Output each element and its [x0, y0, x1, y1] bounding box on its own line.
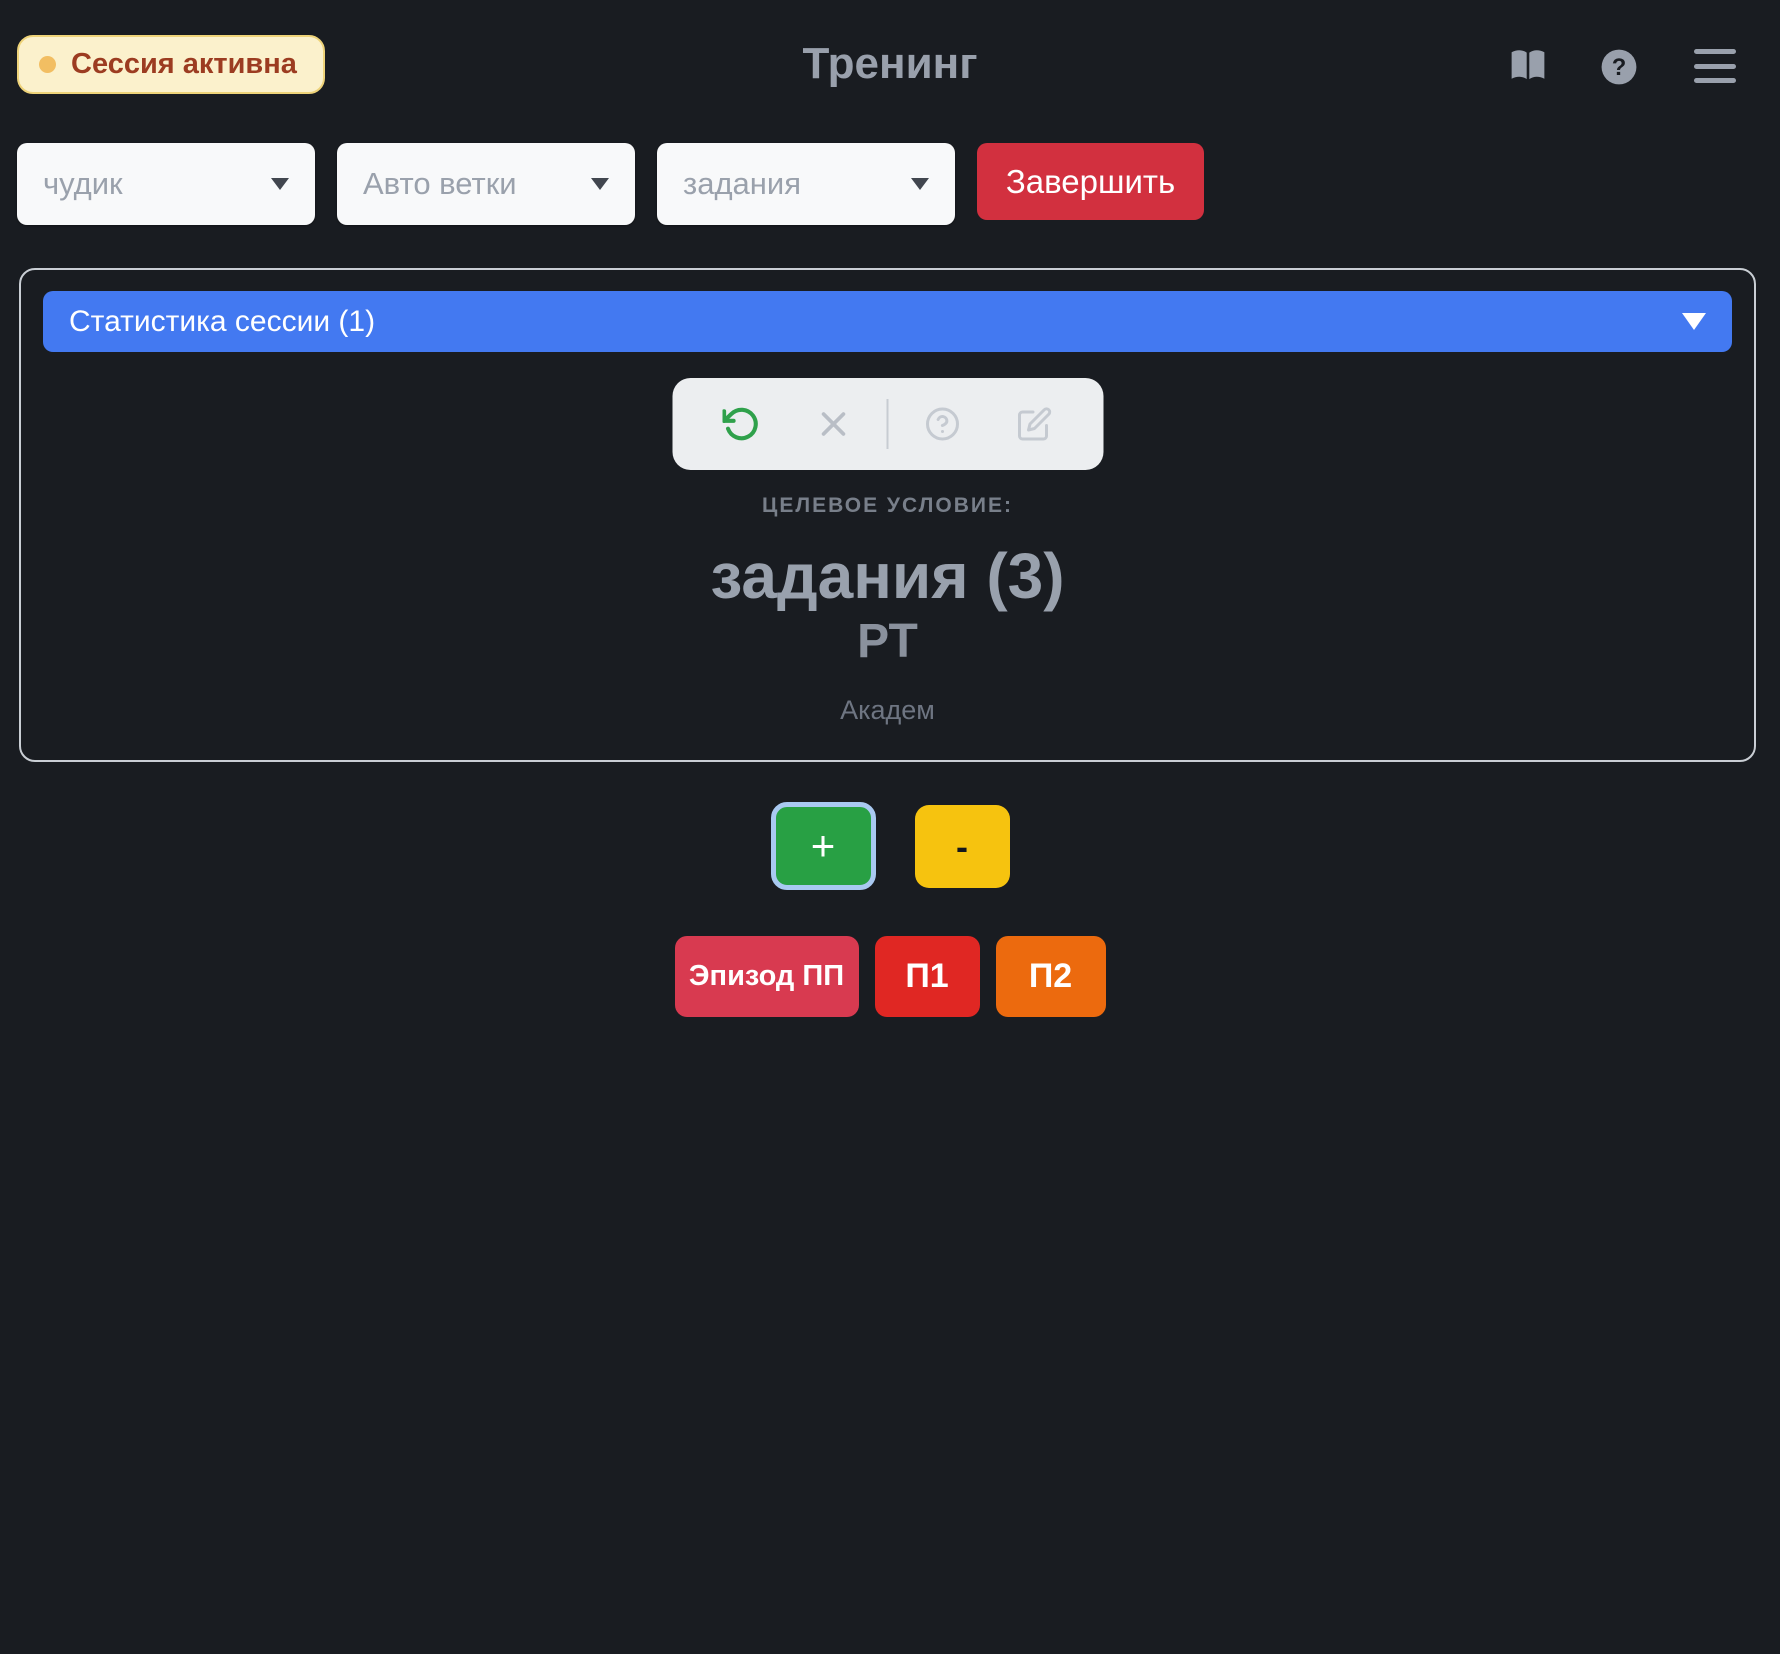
goal-toolbar	[672, 378, 1103, 470]
filter-select-2[interactable]: Авто ветки	[337, 143, 635, 225]
filter-select-1-value: чудик	[43, 166, 123, 201]
svg-text:?: ?	[1612, 54, 1627, 81]
edit-icon[interactable]	[1017, 406, 1053, 442]
caret-down-icon	[911, 178, 929, 190]
stats-accordion-header[interactable]: Статистика сессии (1)	[43, 291, 1732, 352]
p1-button[interactable]: П1	[874, 936, 980, 1017]
book-icon[interactable]	[1508, 48, 1548, 84]
goal-subtitle: РТ	[857, 615, 918, 668]
increment-button[interactable]: +	[770, 802, 876, 890]
edit-icon-glyph	[1018, 407, 1052, 441]
decrement-button[interactable]: -	[914, 805, 1010, 888]
filter-select-3-value: задания	[683, 166, 802, 201]
episode-pp-button[interactable]: Эпизод ПП	[674, 936, 859, 1017]
undo-icon[interactable]	[722, 405, 761, 443]
close-icon[interactable]	[817, 407, 851, 441]
menu-bar	[1694, 78, 1736, 83]
book-icon-glyph	[1511, 50, 1545, 80]
hint-icon-glyph	[926, 407, 959, 441]
counter-row: + -	[0, 802, 1780, 890]
goal-value: задания (3)	[710, 540, 1065, 612]
episode-actions-row: Эпизод ПП П1 П2	[0, 936, 1780, 1017]
chevron-down-icon	[1682, 313, 1706, 330]
filter-select-1[interactable]: чудик	[17, 143, 315, 225]
menu-bar	[1694, 49, 1736, 54]
filter-select-3[interactable]: задания	[657, 143, 955, 225]
p2-button[interactable]: П2	[995, 936, 1106, 1017]
menu-icon[interactable]	[1694, 49, 1736, 83]
caret-down-icon	[271, 178, 289, 190]
goal-block: ЦЕЛЕВОЕ УСЛОВИЕ: задания (3) РТ Академ	[21, 494, 1754, 726]
controls-row: чудик Авто ветки задания Завершить	[17, 143, 1204, 225]
help-icon[interactable]: ?	[1600, 48, 1638, 86]
stats-accordion-title: Статистика сессии (1)	[69, 304, 376, 338]
hint-icon[interactable]	[925, 406, 961, 442]
finish-session-button[interactable]: Завершить	[977, 143, 1204, 220]
menu-bar	[1694, 63, 1736, 69]
toolbar-divider	[886, 399, 889, 449]
goal-label: ЦЕЛЕВОЕ УСЛОВИЕ:	[762, 494, 1013, 517]
close-icon-glyph	[821, 412, 846, 436]
training-app: { "header": { "badge": { "label": "Сесси…	[0, 0, 1780, 1654]
filter-select-2-value: Авто ветки	[363, 166, 517, 201]
undo-icon-glyph	[722, 407, 758, 441]
session-stats-panel: Статистика сессии (1) ЦЕЛЕВОЕ УСЛОВИЕ: з…	[19, 268, 1756, 762]
caret-down-icon	[591, 178, 609, 190]
help-icon-glyph: ?	[1601, 49, 1637, 85]
goal-note: Академ	[840, 695, 935, 725]
